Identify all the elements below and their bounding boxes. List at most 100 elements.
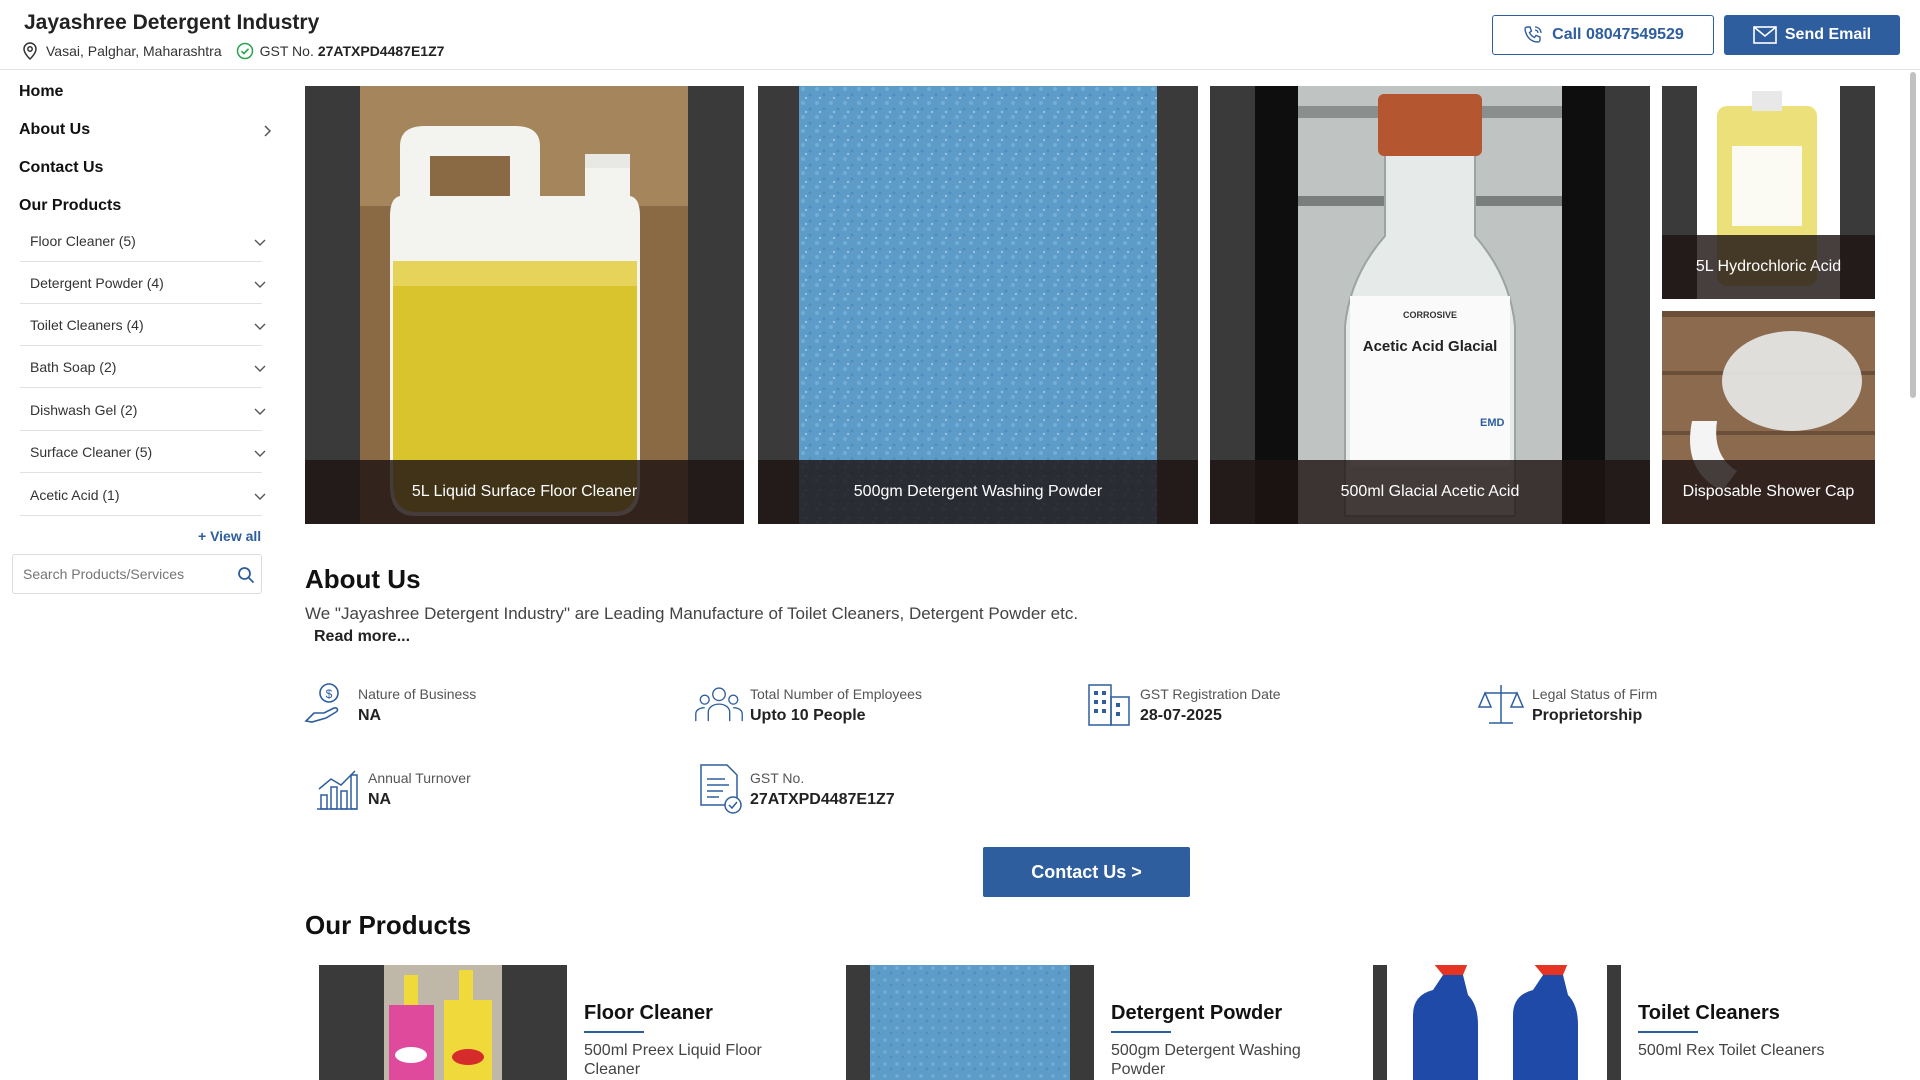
chevron-down-icon[interactable] (254, 403, 266, 419)
fact-value: NA (358, 706, 382, 724)
fact-label: GST No. (750, 769, 805, 786)
call-button-label: Call 08047549529 (1552, 26, 1684, 43)
fact-label: GST Registration Date (1140, 685, 1281, 702)
category-item[interactable]: Acetic Acid (1) (20, 474, 266, 516)
fact-nature-of-business: $ Nature of Business NA (302, 680, 476, 730)
nav-contact-us[interactable]: Contact Us (19, 159, 103, 177)
product-name-underline (584, 1031, 644, 1033)
category-label: Detergent Powder (4) (30, 274, 164, 291)
products-heading: Our Products (305, 910, 472, 940)
gallery-card[interactable]: 500gm Detergent Washing Powder (758, 86, 1198, 524)
category-label: Acetic Acid (1) (30, 486, 120, 503)
fact-label: Legal Status of Firm (1532, 685, 1658, 702)
building-icon (1084, 680, 1134, 730)
fact-value: 27ATXPD4487E1Z7 (750, 790, 895, 808)
bottle-label-brand: EMD (1480, 417, 1505, 429)
product-image[interactable] (846, 965, 1094, 1080)
document-icon (694, 764, 744, 814)
people-icon (694, 680, 744, 730)
category-item[interactable]: Toilet Cleaners (4) (20, 304, 266, 346)
chevron-down-icon[interactable] (254, 488, 266, 504)
detergent-powder-thumb-image (870, 965, 1070, 1080)
contact-us-button[interactable]: Contact Us > (983, 847, 1190, 897)
fact-label: Total Number of Employees (750, 685, 922, 702)
gst-label: GST No. (259, 43, 314, 59)
product-subtitle[interactable]: 500ml Rex Toilet Cleaners (1638, 1041, 1868, 1060)
fact-employees: Total Number of Employees Upto 10 People (694, 680, 922, 730)
toilet-cleaner-bottles-image (1387, 965, 1607, 1080)
chevron-down-icon[interactable] (254, 318, 266, 334)
phone-icon (1524, 26, 1542, 43)
company-name[interactable]: Jayashree Detergent Industry (24, 11, 319, 35)
gallery-card-small[interactable]: 5L Hydrochloric Acid (1662, 86, 1875, 299)
detergent-powder-image (799, 86, 1157, 524)
nav-about-us[interactable]: About Us (19, 121, 90, 139)
product-image[interactable] (1373, 965, 1621, 1080)
category-item[interactable]: Bath Soap (2) (20, 346, 266, 388)
scales-icon (1476, 680, 1526, 730)
gallery-caption: 5L Liquid Surface Floor Cleaner (305, 460, 744, 524)
gst-number: 27ATXPD4487E1Z7 (317, 43, 445, 59)
fact-gst-number: GST No. 27ATXPD4487E1Z7 (694, 764, 895, 814)
page-scrollbar[interactable] (1910, 72, 1916, 398)
product-name[interactable]: Toilet Cleaners (1638, 1002, 1780, 1025)
search-input[interactable] (13, 555, 223, 593)
search-icon[interactable] (237, 566, 255, 589)
location-pin-icon (22, 42, 40, 60)
chevron-right-icon[interactable] (264, 124, 272, 142)
view-all-link[interactable]: + View all (198, 528, 261, 544)
gallery-card[interactable]: 5L Liquid Surface Floor Cleaner (305, 86, 744, 524)
category-label: Floor Cleaner (5) (30, 232, 136, 249)
product-name-underline (1638, 1031, 1698, 1033)
gallery-card-small[interactable]: Disposable Shower Cap (1662, 311, 1875, 524)
fact-gst-registration-date: GST Registration Date 28-07-2025 (1084, 680, 1281, 730)
chevron-down-icon[interactable] (254, 234, 266, 250)
gallery-card[interactable]: CORROSIVE Acetic Acid Glacial EMD 500ml … (1210, 86, 1650, 524)
floor-cleaner-bottles-image (384, 965, 502, 1080)
product-search (12, 554, 262, 594)
acetic-acid-bottle-image: CORROSIVE Acetic Acid Glacial EMD (1255, 86, 1605, 524)
send-email-label: Send Email (1784, 26, 1872, 43)
category-item[interactable]: Detergent Powder (4) (20, 262, 266, 304)
product-image[interactable] (319, 965, 567, 1080)
nav-home[interactable]: Home (19, 83, 63, 101)
fact-legal-status: Legal Status of Firm Proprietorship (1476, 680, 1657, 730)
company-meta: Vasai, Palghar, Maharashtra GST No. 27AT… (22, 42, 444, 60)
product-card[interactable]: Detergent Powder 500gm Detergent Washing… (832, 965, 1332, 1080)
chevron-down-icon[interactable] (254, 360, 266, 376)
gallery-caption: 500ml Glacial Acetic Acid (1210, 460, 1650, 524)
nav-our-products[interactable]: Our Products (19, 197, 121, 215)
product-card[interactable]: Floor Cleaner 500ml Preex Liquid Floor C… (305, 965, 805, 1080)
read-more-link[interactable]: Read more... (314, 628, 410, 646)
product-name[interactable]: Floor Cleaner (584, 1002, 713, 1025)
fact-value: Proprietorship (1532, 706, 1643, 724)
category-item[interactable]: Floor Cleaner (5) (20, 220, 266, 262)
product-subtitle[interactable]: 500gm Detergent Washing Powder (1111, 1041, 1341, 1079)
chevron-down-icon[interactable] (254, 276, 266, 292)
bottle-label-warning: CORROSIVE (1403, 310, 1457, 320)
category-label: Toilet Cleaners (4) (30, 316, 144, 333)
category-label: Dishwash Gel (2) (30, 401, 138, 418)
company-location: Vasai, Palghar, Maharashtra (46, 43, 222, 59)
floor-cleaner-jug-image (360, 86, 688, 524)
about-heading: About Us (305, 564, 421, 594)
product-card[interactable]: Toilet Cleaners 500ml Rex Toilet Cleaner… (1359, 965, 1859, 1080)
category-item[interactable]: Surface Cleaner (5) (20, 431, 266, 473)
fact-label: Annual Turnover (368, 769, 471, 786)
product-name-underline (1111, 1031, 1171, 1033)
product-subtitle[interactable]: 500ml Preex Liquid Floor Cleaner (584, 1041, 814, 1079)
fact-value: Upto 10 People (750, 706, 866, 724)
product-name[interactable]: Detergent Powder (1111, 1002, 1282, 1025)
gallery-caption: Disposable Shower Cap (1662, 460, 1875, 524)
money-hand-icon: $ (302, 680, 352, 730)
category-label: Bath Soap (2) (30, 358, 117, 375)
chevron-down-icon[interactable] (254, 445, 266, 461)
call-button[interactable]: Call 08047549529 (1492, 15, 1714, 55)
chart-icon (312, 764, 362, 814)
site-header: Jayashree Detergent Industry Vasai, Palg… (0, 0, 1920, 70)
category-item[interactable]: Dishwash Gel (2) (20, 389, 266, 431)
gallery-caption: 5L Hydrochloric Acid (1662, 235, 1875, 299)
send-email-button[interactable]: Send Email (1724, 15, 1900, 55)
svg-text:$: $ (326, 687, 333, 701)
gallery-caption: 500gm Detergent Washing Powder (758, 460, 1198, 524)
